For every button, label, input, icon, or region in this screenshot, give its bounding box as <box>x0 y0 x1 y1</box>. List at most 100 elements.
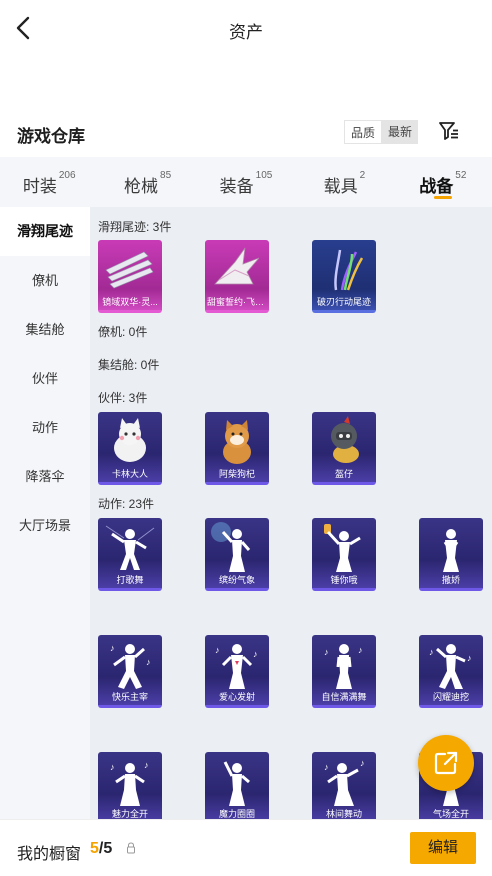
tab-vehicles[interactable]: 载具2 <box>295 157 393 207</box>
svg-text:♪: ♪ <box>429 647 434 657</box>
share-external-icon <box>434 751 458 775</box>
dancer-silhouette-image: ♪♪ <box>324 644 363 689</box>
item-card[interactable]: 镜域双华·灵... <box>98 240 162 313</box>
item-name: 快乐主宰 <box>111 692 148 702</box>
item-card[interactable]: ♪ ♪ 自信满满舞 <box>312 635 376 708</box>
tab-equipment[interactable]: 装备105 <box>197 157 295 207</box>
item-card[interactable]: 盔仔 <box>312 412 376 485</box>
item-content: 滑翔尾迹: 3件 镜域双华·灵... 甜蜜誓约·飞行... 破刃行动尾迹 僚机:… <box>90 207 492 819</box>
tab-label: 装备 <box>219 177 254 196</box>
side-item-capsule[interactable]: 集结舱 <box>0 305 90 354</box>
item-name: 闪耀迪挖 <box>432 692 469 702</box>
category-tabs: 时装206 枪械85 装备105 载具2 战备52 <box>0 157 492 207</box>
item-name: 气场全开 <box>432 809 469 819</box>
glide-trail-image <box>105 251 154 289</box>
svg-text:♪: ♪ <box>324 647 329 657</box>
dancer-silhouette-image <box>211 522 251 572</box>
item-name: 爱心发射 <box>218 692 255 702</box>
partner-cat-image <box>114 418 146 462</box>
section-title-wingman: 僚机: 0件 <box>98 325 148 339</box>
side-item-parachute[interactable]: 降落伞 <box>0 452 90 501</box>
dancer-silhouette-image: ♪♪ <box>429 644 472 689</box>
sort-quality-button[interactable]: 品质 <box>344 120 383 144</box>
tab-weapons[interactable]: 枪械85 <box>98 157 196 207</box>
page-title: 资产 <box>229 23 263 42</box>
showcase-count: 5/5 <box>90 840 112 858</box>
item-card[interactable]: 破刃行动尾迹 <box>312 240 376 313</box>
filter-button[interactable] <box>437 119 461 143</box>
item-name: 自信满满舞 <box>321 692 367 702</box>
dancer-silhouette-image: ♪♪ <box>324 758 365 806</box>
item-name: 盔仔 <box>334 469 353 479</box>
item-card[interactable]: 魔力圈圈 <box>205 752 269 819</box>
svg-text:♪: ♪ <box>110 762 115 772</box>
item-name: 甜蜜誓约·飞行... <box>207 297 269 307</box>
dancer-silhouette-image <box>223 761 250 806</box>
item-name: 撒娇 <box>441 575 460 585</box>
section-title-capsule: 集结舱: 0件 <box>98 358 160 372</box>
item-card[interactable]: 打歌舞 <box>98 518 162 591</box>
warehouse-title: 游戏仓库 <box>17 127 85 146</box>
section-title-glide: 滑翔尾迹: 3件 <box>98 220 172 234</box>
showcase-label: 我的橱窗 <box>17 846 82 863</box>
item-card[interactable]: ♪ ♪ 林间舞动 <box>312 752 376 819</box>
item-card[interactable]: ♪ ♪ 闪耀迪挖 <box>419 635 483 708</box>
dancer-silhouette-image: ♪♪ <box>110 643 151 689</box>
svg-text:♪: ♪ <box>215 645 220 655</box>
dancer-silhouette-image: ♪♪ <box>215 644 258 689</box>
tab-count: 2 <box>359 170 366 181</box>
showcase-total: /5 <box>98 840 113 857</box>
item-card[interactable]: 阿柴狗杞 <box>205 412 269 485</box>
side-item-emote[interactable]: 动作 <box>0 403 90 452</box>
sort-toggle: 品质 最新 <box>344 120 419 144</box>
item-card[interactable]: 撒娇 <box>419 518 483 591</box>
side-item-glide-trail[interactable]: 滑翔尾迹 <box>0 207 90 256</box>
tab-label: 枪械 <box>124 177 159 196</box>
item-name: 魅力全开 <box>111 809 148 819</box>
dancer-silhouette-image <box>324 524 361 572</box>
svg-text:♪: ♪ <box>324 762 329 772</box>
svg-text:♪: ♪ <box>146 657 151 667</box>
showcase-bar: 我的橱窗 5/5 编辑 <box>0 819 492 876</box>
tab-count: 105 <box>255 170 273 181</box>
filter-icon <box>439 122 458 140</box>
item-card[interactable]: ♪ ♪ 魅力全开 <box>98 752 162 819</box>
active-tab-indicator <box>433 196 452 199</box>
tab-fashion[interactable]: 时装206 <box>0 157 98 207</box>
glide-trail-image <box>334 249 364 291</box>
item-card[interactable]: 锤你哦 <box>312 518 376 591</box>
side-nav: 滑翔尾迹 僚机 集结舱 伙伴 动作 降落伞 大厅场景 <box>0 207 90 819</box>
tab-count: 85 <box>160 170 172 181</box>
tab-label: 时装 <box>22 177 57 196</box>
tab-count: 52 <box>455 170 467 181</box>
top-header: 资产 <box>0 0 492 58</box>
assets-page: 资产 游戏仓库 品质 最新 时装206 枪械85 装备105 载具2 战备52 <box>0 0 492 876</box>
side-item-partner[interactable]: 伙伴 <box>0 354 90 403</box>
item-card[interactable]: 甜蜜誓约·飞行... <box>205 240 269 313</box>
svg-text:♪: ♪ <box>467 653 472 663</box>
item-name: 魔力圈圈 <box>218 809 255 819</box>
item-name: 镜域双华·灵... <box>102 297 158 307</box>
svg-text:♪: ♪ <box>253 649 258 659</box>
side-item-wingman[interactable]: 僚机 <box>0 256 90 305</box>
tab-readiness[interactable]: 战备52 <box>394 157 492 207</box>
partner-helmet-image <box>331 416 359 463</box>
edit-button[interactable]: 编辑 <box>410 832 476 864</box>
item-card[interactable]: 缤纷气象 <box>205 518 269 591</box>
item-card[interactable]: ♪ ♪ 爱心发射 <box>205 635 269 708</box>
tab-count: 206 <box>58 170 76 181</box>
lock-icon <box>127 842 135 854</box>
item-card[interactable]: 卡林大人 <box>98 412 162 485</box>
tab-label: 载具 <box>323 177 358 196</box>
showcase-current: 5 <box>90 840 99 857</box>
dancer-silhouette-image: ♪♪ <box>110 760 149 806</box>
tab-label: 战备 <box>419 177 454 196</box>
share-button[interactable] <box>418 735 474 791</box>
sort-newest-button[interactable]: 最新 <box>382 120 419 144</box>
svg-text:♪: ♪ <box>144 760 149 770</box>
dancer-silhouette-image <box>105 525 155 570</box>
item-card[interactable]: ♪ ♪ 快乐主宰 <box>98 635 162 708</box>
side-item-lobby-scene[interactable]: 大厅场景 <box>0 501 90 550</box>
item-name: 破刃行动尾迹 <box>316 297 371 307</box>
item-name: 缤纷气象 <box>218 575 255 585</box>
